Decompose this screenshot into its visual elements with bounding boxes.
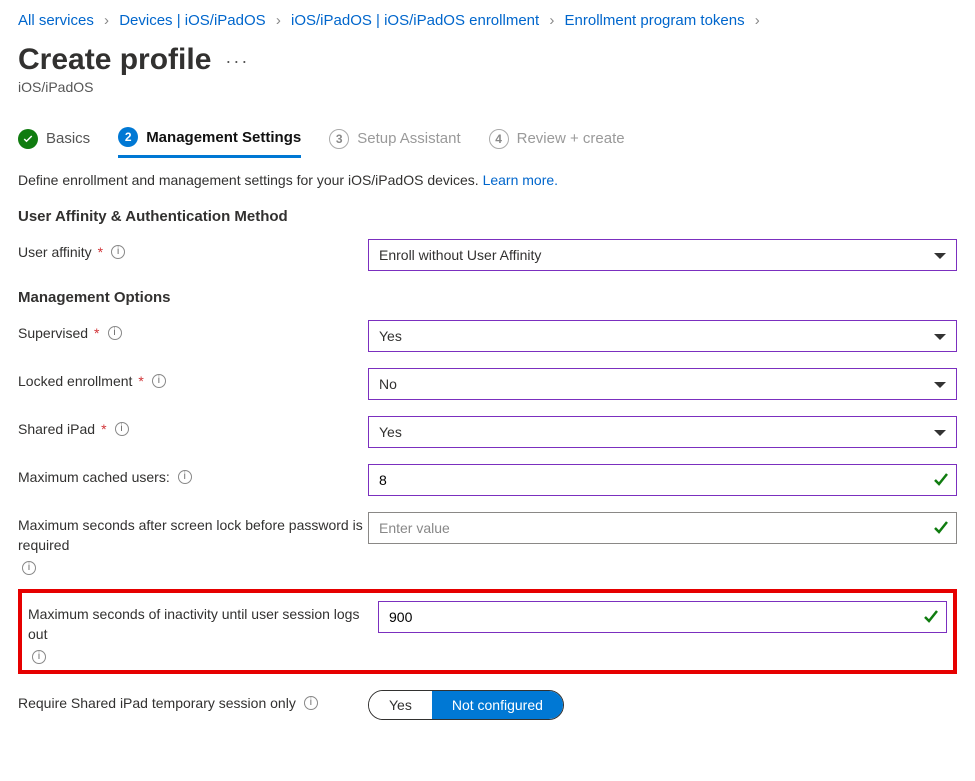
- info-icon[interactable]: i: [32, 650, 46, 664]
- chevron-icon: ›: [549, 12, 554, 29]
- toggle-option-not-configured[interactable]: Not configured: [432, 691, 563, 719]
- page-subtitle: iOS/iPadOS: [18, 79, 957, 95]
- check-icon: [923, 609, 939, 625]
- info-icon[interactable]: i: [108, 326, 122, 340]
- highlighted-field: Maximum seconds of inactivity until user…: [18, 589, 957, 674]
- info-icon[interactable]: i: [178, 470, 192, 484]
- tab-basics[interactable]: Basics: [18, 129, 90, 157]
- step-number-icon: 2: [118, 127, 138, 147]
- label-max-seconds-lock: Maximum seconds after screen lock before…: [18, 512, 368, 573]
- supervised-select[interactable]: Yes: [368, 320, 957, 352]
- check-circle-icon: [18, 129, 38, 149]
- info-icon[interactable]: i: [115, 422, 129, 436]
- breadcrumb-item-1[interactable]: Devices | iOS/iPadOS: [119, 12, 265, 29]
- more-commands-icon[interactable]: ···: [225, 44, 249, 70]
- tab-label: Review + create: [517, 130, 625, 147]
- max-inactivity-input[interactable]: [378, 601, 947, 633]
- label-shared-ipad: Shared iPad* i: [18, 416, 368, 440]
- step-number-icon: 4: [489, 129, 509, 149]
- chevron-icon: ›: [276, 12, 281, 29]
- step-tabs: Basics 2 Management Settings 3 Setup Ass…: [18, 127, 957, 158]
- required-icon: *: [98, 243, 103, 263]
- toggle-option-yes[interactable]: Yes: [369, 691, 432, 719]
- label-max-cached-users: Maximum cached users: i: [18, 464, 368, 488]
- page-title: Create profile: [18, 43, 211, 77]
- breadcrumb-item-3[interactable]: Enrollment program tokens: [565, 12, 745, 29]
- info-icon[interactable]: i: [304, 696, 318, 710]
- tab-label: Setup Assistant: [357, 130, 460, 147]
- intro-body: Define enrollment and management setting…: [18, 172, 483, 188]
- required-icon: *: [94, 324, 99, 344]
- info-icon[interactable]: i: [111, 245, 125, 259]
- select-value: Yes: [379, 424, 402, 440]
- chevron-icon: ›: [755, 12, 760, 29]
- max-seconds-lock-input[interactable]: [368, 512, 957, 544]
- check-icon: [933, 472, 949, 488]
- select-value: No: [379, 376, 397, 392]
- intro-text: Define enrollment and management setting…: [18, 172, 957, 188]
- label-locked-enrollment: Locked enrollment* i: [18, 368, 368, 392]
- label-user-affinity: User affinity* i: [18, 239, 368, 263]
- tab-label: Management Settings: [146, 129, 301, 146]
- tab-review-create[interactable]: 4 Review + create: [489, 129, 625, 157]
- section-heading-mgmt: Management Options: [18, 289, 957, 306]
- temp-session-toggle[interactable]: Yes Not configured: [368, 690, 564, 720]
- breadcrumb: All services › Devices | iOS/iPadOS › iO…: [18, 12, 957, 29]
- user-affinity-select[interactable]: Enroll without User Affinity: [368, 239, 957, 271]
- required-icon: *: [101, 420, 106, 440]
- step-number-icon: 3: [329, 129, 349, 149]
- breadcrumb-item-0[interactable]: All services: [18, 12, 94, 29]
- check-icon: [933, 520, 949, 536]
- select-value: Enroll without User Affinity: [379, 247, 541, 263]
- shared-ipad-select[interactable]: Yes: [368, 416, 957, 448]
- tab-setup-assistant[interactable]: 3 Setup Assistant: [329, 129, 460, 157]
- max-cached-users-input[interactable]: [368, 464, 957, 496]
- info-icon[interactable]: i: [152, 374, 166, 388]
- tab-label: Basics: [46, 130, 90, 147]
- label-temp-session: Require Shared iPad temporary session on…: [18, 690, 368, 714]
- locked-enrollment-select[interactable]: No: [368, 368, 957, 400]
- chevron-icon: ›: [104, 12, 109, 29]
- section-heading-auth: User Affinity & Authentication Method: [18, 208, 957, 225]
- breadcrumb-item-2[interactable]: iOS/iPadOS | iOS/iPadOS enrollment: [291, 12, 539, 29]
- select-value: Yes: [379, 328, 402, 344]
- tab-management-settings[interactable]: 2 Management Settings: [118, 127, 301, 158]
- required-icon: *: [138, 372, 143, 392]
- info-icon[interactable]: i: [22, 561, 36, 575]
- label-supervised: Supervised* i: [18, 320, 368, 344]
- learn-more-link[interactable]: Learn more.: [483, 172, 558, 188]
- label-max-inactivity: Maximum seconds of inactivity until user…: [28, 601, 378, 662]
